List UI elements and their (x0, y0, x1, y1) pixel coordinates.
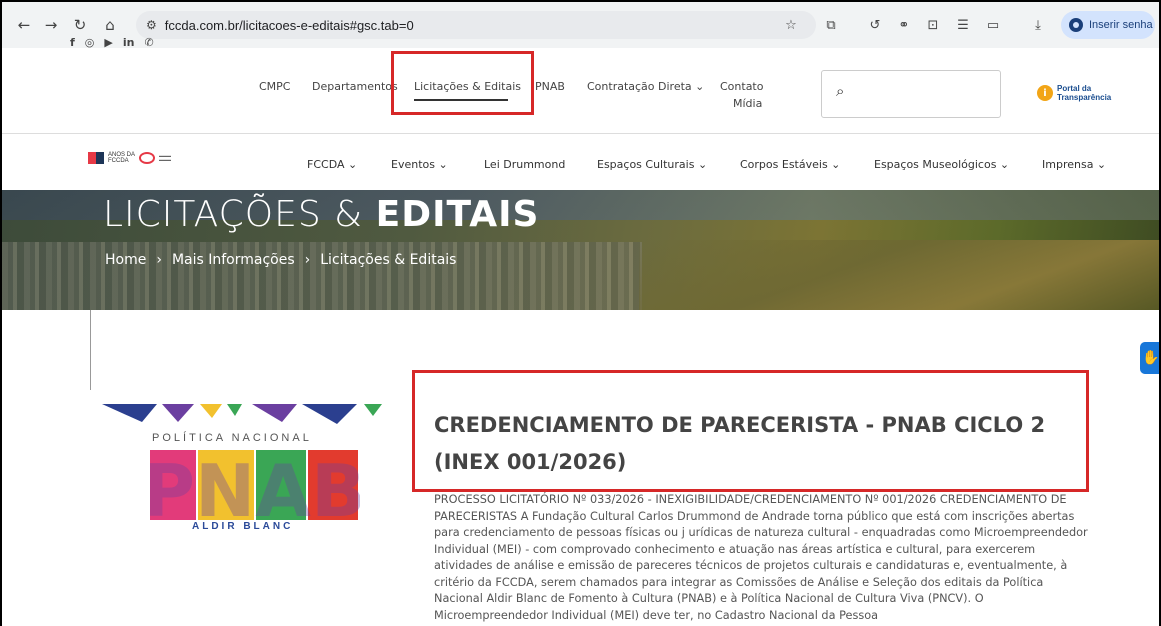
page-title: LICITAÇÕES & EDITAIS (103, 194, 540, 235)
linkedin-icon[interactable]: in (123, 36, 135, 49)
top-link-contratacao[interactable]: Contratação Direta ⌄ (587, 80, 704, 93)
site-settings-icon[interactable]: ⚙ (146, 18, 157, 32)
browser-toolbar: ← → ↻ ⌂ ⚙ fccda.com.br/licitacoes-e-edit… (2, 2, 1159, 48)
download-icon[interactable]: ⤓ (1027, 14, 1049, 36)
top-link-midia[interactable]: Mídia (733, 97, 762, 110)
logo-mark-icon (88, 152, 104, 164)
forward-arrow-icon[interactable]: → (39, 13, 63, 37)
nav-item-espacos-museologicos[interactable]: Espaços Museológicos ⌄ (874, 158, 1009, 171)
search-icon[interactable]: ⌕ (836, 82, 844, 100)
reload-icon[interactable]: ↻ (68, 13, 92, 37)
url-text: fccda.com.br/licitacoes-e-editais#gsc.ta… (164, 17, 414, 33)
chevron-down-icon: ⌄ (695, 80, 705, 93)
youtube-icon[interactable]: ▶ (104, 36, 112, 49)
pnab-logo-text: PNAB (150, 449, 360, 524)
logo-small-text: ▬▬▬ ▬▬▬ (159, 153, 172, 162)
post-title[interactable]: CREDENCIAMENTO DE PARECERISTA - PNAB CIC… (434, 407, 1074, 481)
address-bar[interactable]: ⚙ fccda.com.br/licitacoes-e-editais#gsc.… (136, 11, 816, 39)
facebook-icon[interactable]: f (70, 36, 75, 49)
chevron-down-icon: ⌄ (434, 158, 448, 171)
key-icon (1069, 18, 1083, 32)
breadcrumb: Home › Mais Informações › Licitações & E… (105, 252, 456, 268)
breadcrumb-separator-icon: › (304, 252, 311, 268)
post-thumbnail[interactable]: POLÍTICA NACIONAL PNAB ALDIR BLANC (102, 404, 385, 538)
decorative-shapes (102, 404, 382, 424)
extensions-icon[interactable]: ⧉ (820, 14, 842, 36)
breadcrumb-current: Licitações & Editais (320, 252, 457, 268)
divider (90, 310, 91, 390)
top-link-departamentos[interactable]: Departamentos (312, 80, 398, 93)
link-icon[interactable]: ⚭ (893, 14, 915, 36)
home-icon[interactable]: ⌂ (98, 13, 122, 37)
top-link-cmpc[interactable]: CMPC (259, 80, 291, 93)
portal-transparencia-link[interactable]: i Portal da Transparência (1037, 84, 1111, 102)
breadcrumb-mais-informacoes[interactable]: Mais Informações (172, 252, 295, 268)
social-links: f ◎ ▶ in ✆ (70, 36, 154, 49)
instagram-icon[interactable]: ◎ (85, 36, 95, 49)
accessibility-hand-icon[interactable]: ✋ (1140, 342, 1159, 374)
top-link-contato[interactable]: Contato (720, 80, 763, 93)
lens-icon[interactable]: ⊡ (922, 14, 944, 36)
breadcrumb-home[interactable]: Home (105, 252, 146, 268)
nav-item-imprensa[interactable]: Imprensa ⌄ (1042, 158, 1106, 171)
fccda-logo[interactable]: ANOS DA FCCDA ▬▬▬ ▬▬▬ (88, 152, 189, 164)
reading-list-icon[interactable]: ☰ (952, 14, 974, 36)
bookmark-star-icon[interactable]: ☆ (780, 14, 802, 36)
cast-icon[interactable]: ▭ (982, 14, 1004, 36)
nav-item-corpos-estaveis[interactable]: Corpos Estáveis ⌄ (740, 158, 840, 171)
nav-item-espacos-culturais[interactable]: Espaços Culturais ⌄ (597, 158, 707, 171)
pnab-logo: PNAB (150, 449, 360, 524)
logo-circle-icon (139, 152, 156, 164)
nav-item-lei-drummond[interactable]: Lei Drummond (484, 158, 565, 171)
chevron-down-icon: ⌄ (827, 158, 841, 171)
top-link-pnab[interactable]: PNAB (535, 80, 565, 93)
breadcrumb-separator-icon: › (156, 252, 162, 268)
chevron-down-icon: ⌄ (1093, 158, 1107, 171)
search-input[interactable] (821, 70, 1001, 118)
nav-item-fccda[interactable]: FCCDA ⌄ (307, 158, 357, 171)
whatsapp-icon[interactable]: ✆ (144, 36, 153, 49)
highlight-box-nav (391, 51, 534, 115)
info-coin-icon: i (1037, 85, 1053, 101)
chevron-down-icon: ⌄ (344, 158, 358, 171)
chevron-down-icon: ⌄ (694, 158, 708, 171)
history-icon[interactable]: ↺ (864, 14, 886, 36)
nav-item-eventos[interactable]: Eventos ⌄ (391, 158, 448, 171)
back-arrow-icon[interactable]: ← (12, 13, 36, 37)
password-button[interactable]: Inserir senha (1061, 11, 1155, 39)
post-excerpt: PROCESSO LICITATÓRIO Nº 033/2026 - INEXI… (434, 493, 1088, 622)
chevron-down-icon: ⌄ (996, 158, 1010, 171)
screenshot-frame: ← → ↻ ⌂ ⚙ fccda.com.br/licitacoes-e-edit… (0, 0, 1161, 626)
